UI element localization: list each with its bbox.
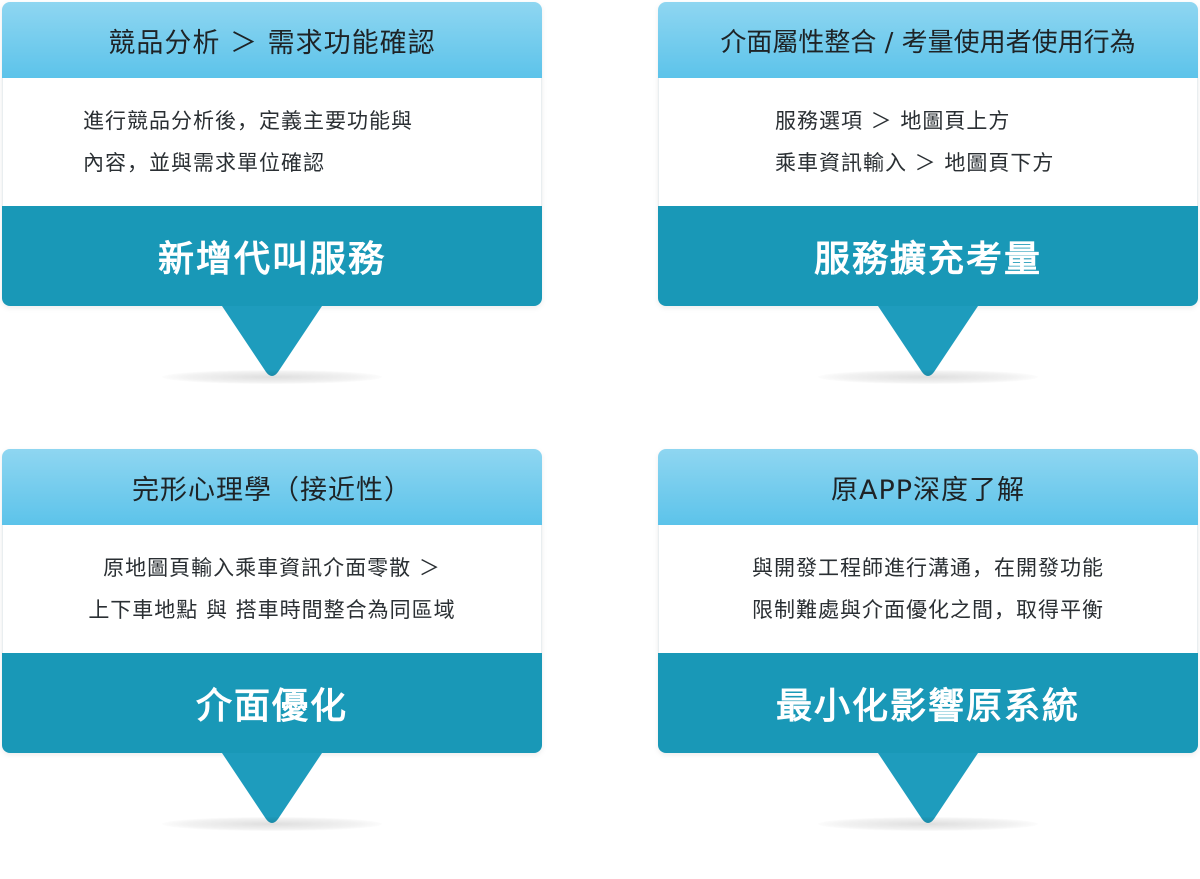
card-body: 原地圖頁輸入乘車資訊介面零散 ＞ 上下車地點 與 搭車時間整合為同區域: [2, 525, 542, 653]
card-header: 競品分析 ＞ 需求功能確認: [2, 2, 542, 78]
pointer-triangle-icon: [222, 306, 322, 376]
card-body: 服務選項 ＞ 地圖頁上方 乘車資訊輸入 ＞ 地圖頁下方: [658, 78, 1198, 206]
card-gestalt-psychology: 完形心理學（接近性） 原地圖頁輸入乘車資訊介面零散 ＞ 上下車地點 與 搭車時間…: [2, 449, 542, 831]
pointer-shadow: [162, 370, 382, 384]
card-body-line: 原地圖頁輸入乘車資訊介面零散 ＞: [103, 556, 441, 580]
card-box: 介面屬性整合 / 考量使用者使用行為 服務選項 ＞ 地圖頁上方 乘車資訊輸入 ＞…: [658, 2, 1198, 306]
card-footer: 新增代叫服務: [2, 206, 542, 306]
pointer-shadow: [818, 370, 1038, 384]
card-header: 原APP深度了解: [658, 449, 1198, 525]
card-competitor-analysis: 競品分析 ＞ 需求功能確認 進行競品分析後，定義主要功能與 內容，並與需求單位確…: [2, 2, 542, 384]
card-body-line: 乘車資訊輸入 ＞ 地圖頁下方: [775, 151, 1055, 175]
card-body-line: 服務選項 ＞ 地圖頁上方: [775, 109, 1011, 133]
card-body: 與開發工程師進行溝通，在開發功能 限制難處與介面優化之間，取得平衡: [658, 525, 1198, 653]
card-original-app: 原APP深度了解 與開發工程師進行溝通，在開發功能 限制難處與介面優化之間，取得…: [658, 449, 1198, 831]
card-footer: 介面優化: [2, 653, 542, 753]
card-box: 完形心理學（接近性） 原地圖頁輸入乘車資訊介面零散 ＞ 上下車地點 與 搭車時間…: [2, 449, 542, 753]
pointer-shadow: [162, 817, 382, 831]
card-body-line: 限制難處與介面優化之間，取得平衡: [752, 598, 1104, 622]
card-interface-attributes: 介面屬性整合 / 考量使用者使用行為 服務選項 ＞ 地圖頁上方 乘車資訊輸入 ＞…: [658, 2, 1198, 384]
card-body: 進行競品分析後，定義主要功能與 內容，並與需求單位確認: [2, 78, 542, 206]
pointer-triangle-icon: [878, 306, 978, 376]
card-box: 原APP深度了解 與開發工程師進行溝通，在開發功能 限制難處與介面優化之間，取得…: [658, 449, 1198, 753]
card-header: 介面屬性整合 / 考量使用者使用行為: [658, 2, 1198, 78]
card-body-line: 內容，並與需求單位確認: [83, 151, 325, 175]
card-footer: 服務擴充考量: [658, 206, 1198, 306]
pointer-triangle-icon: [222, 753, 322, 823]
card-body-line: 與開發工程師進行溝通，在開發功能: [752, 556, 1104, 580]
card-body-line: 進行競品分析後，定義主要功能與: [83, 109, 413, 133]
pointer-triangle-icon: [878, 753, 978, 823]
card-header: 完形心理學（接近性）: [2, 449, 542, 525]
card-box: 競品分析 ＞ 需求功能確認 進行競品分析後，定義主要功能與 內容，並與需求單位確…: [2, 2, 542, 306]
card-body-line: 上下車地點 與 搭車時間整合為同區域: [88, 598, 456, 622]
card-footer: 最小化影響原系統: [658, 653, 1198, 753]
pointer-shadow: [818, 817, 1038, 831]
